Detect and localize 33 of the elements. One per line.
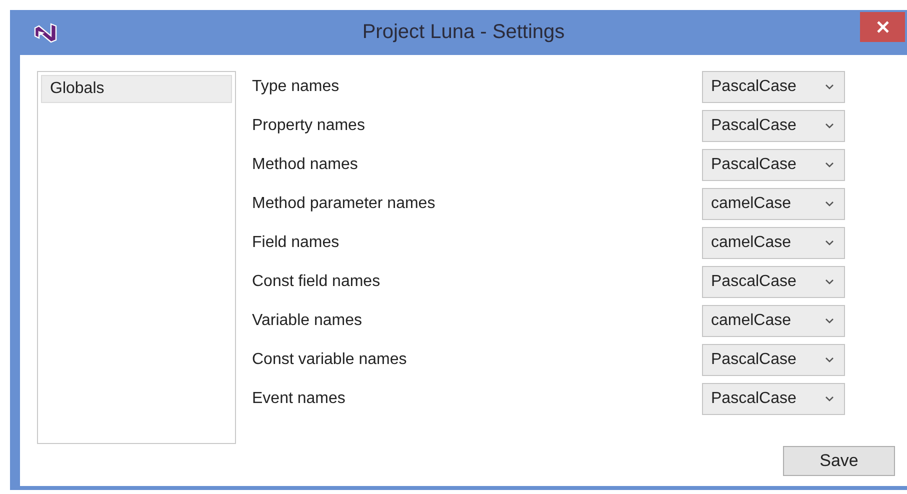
caret-icon — [825, 84, 834, 90]
setting-label: Field names — [252, 234, 340, 252]
logo-icon — [32, 21, 58, 45]
close-button[interactable] — [860, 12, 905, 42]
list-item[interactable]: Globals — [41, 75, 232, 103]
caret-icon — [825, 357, 834, 363]
caret-icon — [825, 123, 834, 129]
dropdown[interactable]: PascalCase — [702, 266, 845, 298]
caret-icon — [825, 240, 834, 246]
setting-label: Event names — [252, 390, 346, 408]
caret-icon — [825, 279, 834, 285]
setting-label: Property names — [252, 117, 365, 135]
window-title: Project Luna - Settings — [362, 21, 565, 44]
caret-icon — [825, 201, 834, 207]
dropdown[interactable]: PascalCase — [702, 344, 845, 376]
setting-label: Const variable names — [252, 351, 407, 369]
dropdown[interactable]: camelCase — [702, 188, 845, 220]
setting-label: Variable names — [252, 312, 362, 330]
caret-icon — [825, 318, 834, 324]
dropdown[interactable]: PascalCase — [702, 149, 845, 181]
setting-label: Const field names — [252, 273, 380, 291]
dropdown[interactable]: PascalCase — [702, 71, 845, 103]
close-icon — [876, 21, 888, 33]
dropdown[interactable]: camelCase — [702, 305, 845, 337]
dropdown[interactable]: camelCase — [702, 227, 845, 259]
dropdown[interactable]: PascalCase — [702, 110, 845, 142]
caret-icon — [825, 396, 834, 402]
save-button[interactable]: Save — [783, 446, 895, 476]
dropdown[interactable]: PascalCase — [702, 383, 845, 415]
caret-icon — [825, 162, 834, 168]
setting-label: Method names — [252, 156, 358, 174]
setting-label: Type names — [252, 78, 340, 96]
setting-label: Method parameter names — [252, 195, 436, 213]
